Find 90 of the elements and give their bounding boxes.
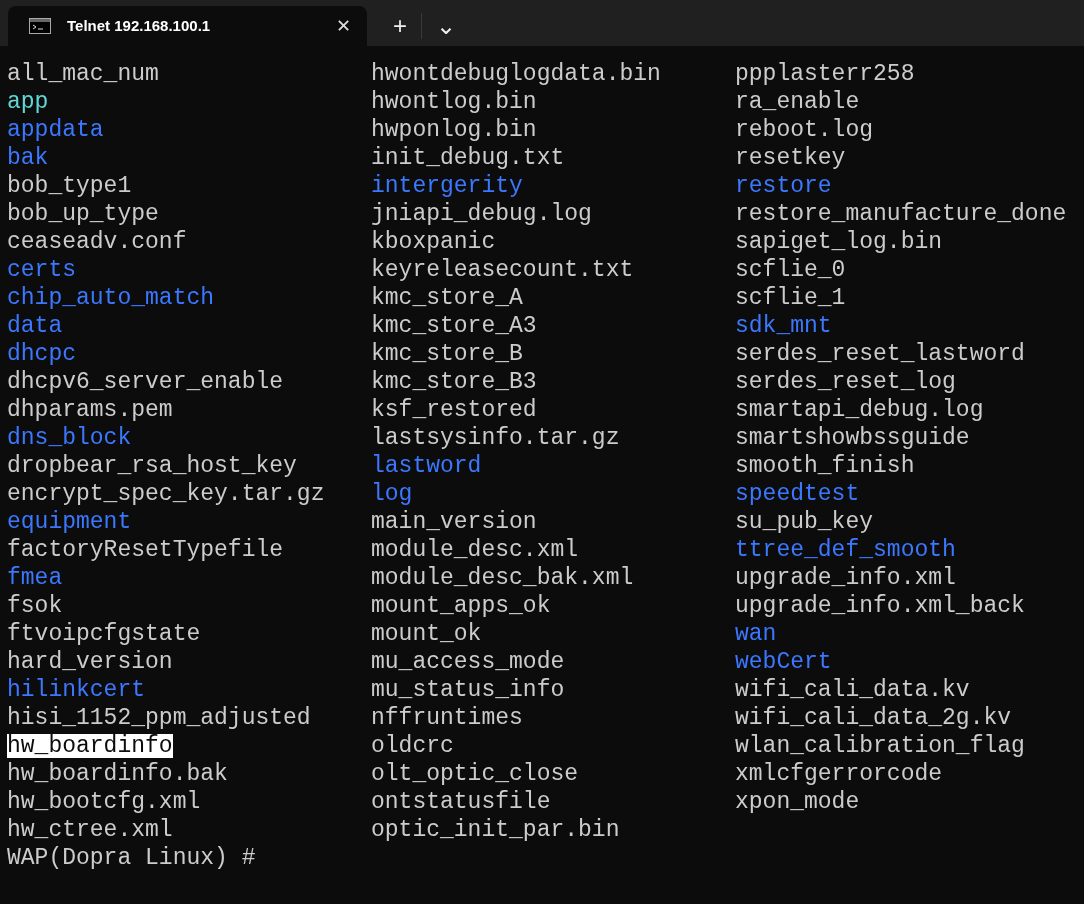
file-name: keyreleasecount.txt bbox=[371, 258, 634, 282]
file-name: smooth_finish bbox=[735, 454, 915, 478]
file-name: ontstatusfile bbox=[371, 790, 551, 814]
directory-name: speedtest bbox=[735, 482, 860, 506]
file-name: encrypt_spec_key.tar.gz bbox=[7, 482, 325, 506]
file-name: wlan_calibration_flag bbox=[735, 734, 1025, 758]
file-name: ppplasterr258 bbox=[735, 62, 915, 86]
directory-name: lastword bbox=[371, 454, 482, 478]
file-name: xpon_mode bbox=[735, 790, 860, 814]
file-name: bob_up_type bbox=[7, 202, 159, 226]
file-name: dhcpv6_server_enable bbox=[7, 370, 284, 394]
file-name: scflie_0 bbox=[735, 258, 846, 282]
file-name: resetkey bbox=[735, 146, 846, 170]
file-name: all_mac_num bbox=[7, 62, 159, 86]
file-name: factoryResetTypefile bbox=[7, 538, 284, 562]
file-name: scflie_1 bbox=[735, 286, 846, 310]
terminal-icon bbox=[29, 18, 51, 34]
file-name: hard_version bbox=[7, 650, 173, 674]
file-name: reboot.log bbox=[735, 118, 874, 142]
file-name: kmc_store_A3 bbox=[371, 314, 537, 338]
file-name: wifi_cali_data.kv bbox=[735, 678, 970, 702]
file-name: ra_enable bbox=[735, 90, 860, 114]
file-name: lastsysinfo.tar.gz bbox=[371, 426, 620, 450]
file-name: hwontdebuglogdata.bin bbox=[371, 62, 661, 86]
directory-name: log bbox=[371, 482, 413, 506]
file-name: nffruntimes bbox=[371, 706, 523, 730]
file-name: module_desc_bak.xml bbox=[371, 566, 634, 590]
file-name: mu_access_mode bbox=[371, 650, 565, 674]
file-name: hisi_1152_ppm_adjusted bbox=[7, 706, 311, 730]
file-name: serdes_reset_lastword bbox=[735, 342, 1025, 366]
directory-name: ttree_def_smooth bbox=[735, 538, 956, 562]
shell-prompt: WAP(Dopra Linux) # bbox=[7, 844, 257, 872]
file-name: upgrade_info.xml_back bbox=[735, 594, 1025, 618]
file-name: oldcrc bbox=[371, 734, 454, 758]
new-tab-button[interactable]: + bbox=[383, 12, 417, 40]
directory-name: chip_auto_match bbox=[7, 286, 215, 310]
file-name: kmc_store_B bbox=[371, 342, 523, 366]
file-name: kmc_store_B3 bbox=[371, 370, 537, 394]
file-name: hw_bootcfg.xml bbox=[7, 790, 201, 814]
file-name: olt_optic_close bbox=[371, 762, 579, 786]
directory-name: webCert bbox=[735, 650, 832, 674]
file-name: mount_apps_ok bbox=[371, 594, 551, 618]
directory-name: wan bbox=[735, 622, 777, 646]
file-name: kboxpanic bbox=[371, 230, 496, 254]
directory-name: restore bbox=[735, 174, 832, 198]
link-name: app bbox=[7, 90, 49, 114]
terminal-tab[interactable]: Telnet 192.168.100.1 ✕ bbox=[8, 6, 367, 46]
directory-name: intergerity bbox=[371, 174, 523, 198]
file-name: kmc_store_A bbox=[371, 286, 523, 310]
directory-name: sdk_mnt bbox=[735, 314, 832, 338]
file-name: module_desc.xml bbox=[371, 538, 579, 562]
close-tab-button[interactable]: ✕ bbox=[332, 17, 355, 35]
file-name: restore_manufacture_done bbox=[735, 202, 1067, 226]
file-name: mu_status_info bbox=[371, 678, 565, 702]
tab-title: Telnet 192.168.100.1 bbox=[67, 15, 212, 36]
file-name: jniapi_debug.log bbox=[371, 202, 592, 226]
file-name: hwontlog.bin bbox=[371, 90, 537, 114]
file-name: ftvoipcfgstate bbox=[7, 622, 201, 646]
file-name: hw_boardinfo bbox=[7, 734, 173, 758]
directory-name: appdata bbox=[7, 118, 104, 142]
file-name: smartapi_debug.log bbox=[735, 398, 984, 422]
file-name: init_debug.txt bbox=[371, 146, 565, 170]
file-name: smartshowbssguide bbox=[735, 426, 970, 450]
directory-name: dns_block bbox=[7, 426, 132, 450]
file-name: hw_boardinfo.bak bbox=[7, 762, 228, 786]
file-name: main_version bbox=[371, 510, 537, 534]
dropdown-button[interactable]: ⌄ bbox=[426, 12, 466, 40]
file-name: fsok bbox=[7, 594, 63, 618]
file-name: ksf_restored bbox=[371, 398, 537, 422]
file-name: optic_init_par.bin bbox=[371, 818, 620, 842]
directory-name: fmea bbox=[7, 566, 63, 590]
directory-name: equipment bbox=[7, 510, 132, 534]
directory-name: certs bbox=[7, 258, 76, 282]
file-name: xmlcfgerrorcode bbox=[735, 762, 943, 786]
file-name: serdes_reset_log bbox=[735, 370, 956, 394]
file-name: dropbear_rsa_host_key bbox=[7, 454, 297, 478]
file-name: ceaseadv.conf bbox=[7, 230, 187, 254]
file-name: bob_type1 bbox=[7, 174, 132, 198]
directory-name: bak bbox=[7, 146, 49, 170]
file-name: mount_ok bbox=[371, 622, 482, 646]
file-name: upgrade_info.xml bbox=[735, 566, 956, 590]
directory-name: data bbox=[7, 314, 63, 338]
file-name: wifi_cali_data_2g.kv bbox=[735, 706, 1012, 730]
file-name: hwponlog.bin bbox=[371, 118, 537, 142]
file-name: hw_ctree.xml bbox=[7, 818, 173, 842]
file-name: dhparams.pem bbox=[7, 398, 173, 422]
directory-name: dhcpc bbox=[7, 342, 76, 366]
file-name: su_pub_key bbox=[735, 510, 874, 534]
file-name: sapiget_log.bin bbox=[735, 230, 943, 254]
directory-name: hilinkcert bbox=[7, 678, 146, 702]
